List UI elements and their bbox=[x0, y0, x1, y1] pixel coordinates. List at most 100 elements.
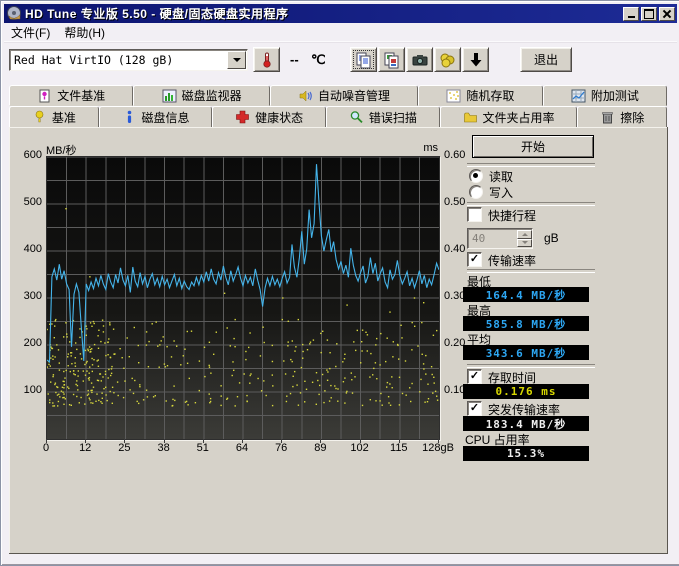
x-tick-mark bbox=[46, 439, 47, 443]
temperature-value: -- bbox=[290, 52, 299, 67]
tab-label: 磁盘监视器 bbox=[182, 87, 242, 104]
minimize-icon bbox=[628, 16, 635, 18]
speaker-icon bbox=[298, 89, 313, 103]
stepper-up-button[interactable] bbox=[517, 230, 532, 239]
start-button[interactable]: 开始 bbox=[472, 135, 594, 158]
trash-icon bbox=[600, 110, 615, 124]
minimum-value-display: 164.4 MB/秒 bbox=[463, 287, 589, 302]
access-time-value-display: 0.176 ms bbox=[463, 384, 589, 399]
radio-dot bbox=[473, 173, 478, 178]
extra-tests-icon bbox=[571, 89, 586, 103]
burst-rate-value-display: 183.4 MB/秒 bbox=[463, 416, 589, 431]
transfer-rate-checkbox[interactable]: ✓ bbox=[467, 252, 482, 267]
x-tick-mark bbox=[438, 439, 439, 443]
file-benchmark-icon bbox=[37, 89, 52, 103]
transfer-rate-label[interactable]: 传输速率 bbox=[488, 252, 536, 269]
check-icon: ✓ bbox=[470, 403, 479, 414]
x-tick-label: 51 bbox=[181, 442, 225, 454]
copy-image-icon bbox=[383, 51, 401, 69]
menu-help[interactable]: 帮助(H) bbox=[57, 23, 112, 42]
check-icon: ✓ bbox=[470, 254, 479, 265]
close-button[interactable] bbox=[659, 7, 675, 21]
separator bbox=[467, 163, 595, 167]
tab-label: 擦除 bbox=[620, 109, 644, 126]
cpu-usage-value-display: 15.3% bbox=[463, 446, 589, 461]
y-right-tick-label: 0.40 bbox=[444, 243, 465, 255]
x-tick-mark bbox=[320, 439, 321, 443]
short-stroke-stepper[interactable]: 40 bbox=[467, 228, 533, 249]
maximum-value-display: 585.8 MB/秒 bbox=[463, 316, 589, 331]
exit-button-label: 退出 bbox=[534, 51, 558, 68]
check-icon: ✓ bbox=[470, 371, 479, 382]
tab-row-back: 文件基准 磁盘监视器 自动噪音管理 随机存取 附加测试 bbox=[9, 85, 667, 106]
average-value-display: 343.6 MB/秒 bbox=[463, 345, 589, 360]
tab-extra-tests[interactable]: 附加测试 bbox=[543, 85, 667, 106]
tab-folder-usage[interactable]: 文件夹占用率 bbox=[440, 106, 578, 128]
y-left-tick-label: 400 bbox=[11, 243, 42, 255]
separator bbox=[467, 364, 595, 368]
hd-tune-window: HD Tune 专业版 5.50 - 硬盘/固态硬盘实用程序 文件(F) 帮助(… bbox=[0, 0, 679, 566]
x-tick-label: 76 bbox=[259, 442, 303, 454]
short-stroke-value: 40 bbox=[468, 232, 517, 245]
tab-random-access[interactable]: 随机存取 bbox=[418, 85, 542, 106]
tab-health[interactable]: 健康状态 bbox=[212, 106, 326, 128]
tab-error-scan[interactable]: 错误扫描 bbox=[326, 106, 440, 128]
magnifier-icon bbox=[349, 110, 364, 124]
donate-button[interactable] bbox=[434, 47, 461, 72]
tab-label: 文件基准 bbox=[57, 87, 105, 104]
tab-disk-info[interactable]: 磁盘信息 bbox=[99, 106, 213, 128]
benchmark-icon bbox=[32, 110, 47, 124]
copy-image-button[interactable] bbox=[378, 47, 405, 72]
write-radio-label[interactable]: 写入 bbox=[489, 184, 513, 201]
menu-file[interactable]: 文件(F) bbox=[4, 23, 57, 42]
x-tick-mark bbox=[164, 439, 165, 443]
x-tick-label: 38 bbox=[142, 442, 186, 454]
menubar: 文件(F) 帮助(H) bbox=[4, 23, 677, 41]
x-tick-mark bbox=[203, 439, 204, 443]
titlebar[interactable]: HD Tune 专业版 5.50 - 硬盘/固态硬盘实用程序 bbox=[4, 4, 677, 23]
y-left-tick-label: 200 bbox=[11, 337, 42, 349]
tab-file-benchmark[interactable]: 文件基准 bbox=[9, 85, 133, 106]
chevron-down-icon bbox=[522, 241, 528, 244]
stepper-down-button[interactable] bbox=[517, 239, 532, 248]
short-stroke-checkbox[interactable]: ✓ bbox=[467, 207, 482, 222]
x-tick-label: 89 bbox=[298, 442, 342, 454]
x-tick-mark bbox=[85, 439, 86, 443]
burst-rate-checkbox[interactable]: ✓ bbox=[467, 401, 482, 416]
read-radio-label[interactable]: 读取 bbox=[489, 168, 513, 185]
short-stroke-label[interactable]: 快捷行程 bbox=[488, 207, 536, 224]
write-radio[interactable] bbox=[469, 185, 483, 199]
temperature-button[interactable] bbox=[253, 47, 280, 72]
temperature-unit: ℃ bbox=[311, 52, 326, 68]
tab-disk-monitor[interactable]: 磁盘监视器 bbox=[133, 85, 269, 106]
start-button-label: 开始 bbox=[521, 138, 545, 155]
save-results-button[interactable] bbox=[462, 47, 489, 72]
tab-aam[interactable]: 自动噪音管理 bbox=[270, 85, 418, 106]
read-radio[interactable] bbox=[469, 169, 483, 183]
tab-label: 随机存取 bbox=[466, 87, 514, 104]
y-left-tick-label: 500 bbox=[11, 196, 42, 208]
tab-label: 自动噪音管理 bbox=[318, 87, 390, 104]
benchmark-plot-canvas bbox=[47, 157, 439, 439]
minimize-button[interactable] bbox=[623, 7, 639, 21]
tab-row-front: 基准 磁盘信息 健康状态 错误扫描 文件夹占用率 擦除 bbox=[9, 106, 667, 128]
down-arrow-icon bbox=[467, 51, 485, 69]
x-tick-label: 115 bbox=[377, 442, 421, 454]
drive-select-dropdown-button[interactable] bbox=[227, 51, 246, 69]
y-left-tick-label: 100 bbox=[11, 384, 42, 396]
exit-button[interactable]: 退出 bbox=[520, 47, 572, 72]
copy-text-button[interactable] bbox=[350, 47, 377, 72]
screenshot-button[interactable] bbox=[406, 47, 433, 72]
maximize-button[interactable] bbox=[641, 7, 657, 21]
tab-label: 文件夹占用率 bbox=[483, 109, 555, 126]
y-right-axis-unit: ms bbox=[401, 142, 438, 154]
access-time-checkbox[interactable]: ✓ bbox=[467, 369, 482, 384]
tab-erase[interactable]: 擦除 bbox=[577, 106, 667, 128]
health-cross-icon bbox=[235, 110, 250, 124]
disk-monitor-icon bbox=[162, 89, 177, 103]
drive-select[interactable]: Red Hat VirtIO (128 gB) bbox=[9, 49, 248, 71]
tab-benchmark[interactable]: 基准 bbox=[9, 106, 99, 128]
toolbar-divider bbox=[4, 41, 677, 43]
folder-icon bbox=[463, 110, 478, 124]
x-tick-label: 12 bbox=[63, 442, 107, 454]
